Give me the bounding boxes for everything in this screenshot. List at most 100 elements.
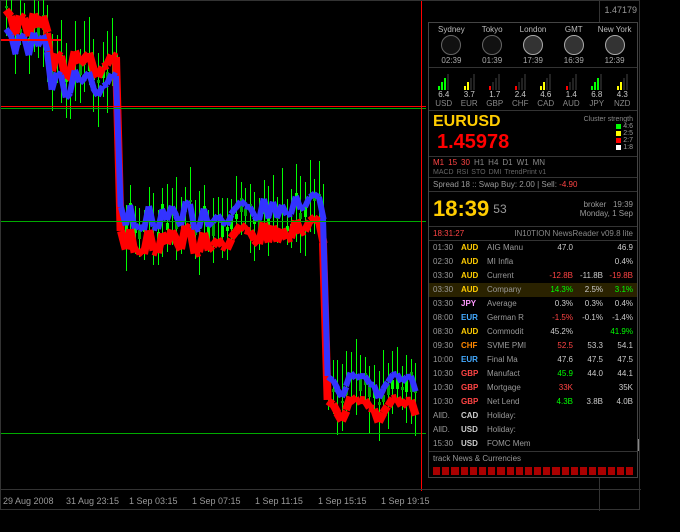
footer-block	[516, 467, 523, 475]
footer-block	[461, 467, 468, 475]
news-row[interactable]: AllD.CADHoliday:	[429, 409, 637, 423]
news-row[interactable]: 15:30USDFOMC Mem	[429, 437, 637, 451]
news-row[interactable]: 03:30AUDCurrent-12.8B-11.8B-19.8B	[429, 269, 637, 283]
indicator-label: STO	[471, 169, 485, 176]
strength-CAD: 4.6CAD	[533, 70, 559, 108]
news-row[interactable]: 09:30CHFSVME PMI52.553.354.1	[429, 339, 637, 353]
strength-EUR: 3.7EUR	[457, 70, 483, 108]
footer-block	[617, 467, 624, 475]
support-line	[1, 433, 426, 434]
strength-NZD: 4.3NZD	[610, 70, 636, 108]
news-row[interactable]: AllD.USDHoliday:	[429, 423, 637, 437]
news-row[interactable]: 03:30AUDCompany14.3%2.5%3.1%	[429, 283, 637, 297]
x-tick: 29 Aug 2008	[3, 496, 54, 506]
local-time: 18:39	[433, 196, 489, 222]
footer-block	[580, 467, 587, 475]
news-row[interactable]: 10:30GBPNet Lend4.3B3.8B4.0B	[429, 395, 637, 409]
x-tick: 1 Sep 03:15	[129, 496, 178, 506]
candlestick-chart[interactable]	[1, 1, 426, 491]
pair-header: EURUSD 1.45978 Cluster strength4:62:52:7…	[429, 111, 637, 157]
strength-GBP: 1.7GBP	[482, 70, 508, 108]
x-tick: 1 Sep 11:15	[255, 496, 303, 506]
clock-icon	[482, 35, 502, 55]
strength-AUD: 1.4AUD	[559, 70, 585, 108]
news-table[interactable]: 01:30AUDAIG Manu47.046.902:30AUDMI Infla…	[429, 241, 637, 451]
cluster-strength: Cluster strength4:62:52:71:8	[584, 116, 633, 151]
strength-JPY: 6.8JPY	[584, 70, 610, 108]
clock-gmt: GMT16:39	[553, 25, 594, 65]
clock-icon	[605, 35, 625, 55]
footer-block	[543, 467, 550, 475]
x-tick: 1 Sep 19:15	[381, 496, 430, 506]
current-time-line	[421, 1, 422, 491]
tf-D1[interactable]: D1	[502, 158, 512, 167]
elapsed-row: 18:31:27 IN10TION NewsReader v09.8 lite	[429, 227, 637, 241]
footer-block	[497, 467, 504, 475]
clock-icon	[523, 35, 543, 55]
clock-london: London17:39	[513, 25, 554, 65]
x-tick: 31 Aug 23:15	[66, 496, 119, 506]
footer-block	[589, 467, 596, 475]
info-panel: Sydney02:39Tokyo01:39London17:39GMT16:39…	[428, 22, 638, 478]
pair-name: EURUSD	[433, 113, 584, 131]
footer-block	[534, 467, 541, 475]
clock-new york: New York12:39	[594, 25, 635, 65]
footer-block	[626, 467, 633, 475]
footer-block	[442, 467, 449, 475]
footer-block	[488, 467, 495, 475]
x-tick: 1 Sep 07:15	[192, 496, 241, 506]
currency-strength: 6.4USD3.7EUR1.7GBP2.4CHF4.6CAD1.4AUD6.8J…	[429, 68, 637, 111]
footer-block	[470, 467, 477, 475]
indicator-label: MACD	[433, 169, 454, 176]
y-tick: 1.47179	[604, 5, 637, 15]
tf-MN[interactable]: MN	[533, 158, 545, 167]
clock-sydney: Sydney02:39	[431, 25, 472, 65]
footer-block	[571, 467, 578, 475]
strength-CHF: 2.4CHF	[508, 70, 534, 108]
x-tick: 1 Sep 15:15	[318, 496, 367, 506]
x-axis: 29 Aug 2008 31 Aug 23:15 1 Sep 03:15 1 Sep …	[1, 489, 641, 509]
footer-block	[507, 467, 514, 475]
indicator-row: MACDRSISTO DMITrendPrint v1	[429, 168, 637, 178]
support-line	[1, 108, 426, 109]
time-row: 18:39 53 broker 19:39 Monday, 1 Sep	[429, 192, 637, 227]
footer-block	[598, 467, 605, 475]
strength-USD: 6.4USD	[431, 70, 457, 108]
footer-block	[525, 467, 532, 475]
support-line	[1, 221, 426, 222]
tf-H1[interactable]: H1	[474, 158, 484, 167]
footer-block	[552, 467, 559, 475]
timeframe-row[interactable]: M1 15 30 H1 H4 D1 W1 MN	[429, 157, 637, 168]
footer-bar	[429, 465, 637, 477]
tf-15[interactable]: 15	[448, 158, 457, 167]
news-row[interactable]: 10:30GBPMortgage33K35K	[429, 381, 637, 395]
footer-block	[562, 467, 569, 475]
news-row[interactable]: 01:30AUDAIG Manu47.046.9	[429, 241, 637, 255]
resistance-line	[1, 106, 426, 107]
news-row[interactable]: 10:30GBPManufact45.944.044.1	[429, 367, 637, 381]
indicator-label: TrendPrint v1	[504, 169, 546, 176]
clock-tokyo: Tokyo01:39	[472, 25, 513, 65]
news-row[interactable]: 08:00EURGerman R-1.5%-0.1%-1.4%	[429, 311, 637, 325]
news-row[interactable]: 03:30JPYAverage0.3%0.3%0.4%	[429, 297, 637, 311]
resistance-line	[1, 39, 61, 41]
tf-H4[interactable]: H4	[488, 158, 498, 167]
tf-M1[interactable]: M1	[433, 158, 444, 167]
footer-block	[479, 467, 486, 475]
news-row[interactable]: 08:30AUDCommodit45.2%41.9%	[429, 325, 637, 339]
footer-block	[608, 467, 615, 475]
footer-block	[433, 467, 440, 475]
world-clocks: Sydney02:39Tokyo01:39London17:39GMT16:39…	[429, 23, 637, 68]
clock-icon	[564, 35, 584, 55]
indicator-label: RSI	[457, 169, 469, 176]
footer-block	[451, 467, 458, 475]
pair-price: 1.45978	[433, 131, 584, 154]
clock-icon	[441, 35, 461, 55]
indicator-label: DMI	[489, 169, 502, 176]
news-row[interactable]: 02:30AUDMI Infla0.4%	[429, 255, 637, 269]
tf-W1[interactable]: W1	[517, 158, 529, 167]
spread-row: Spread 18 :: Swap Buy: 2.00 | Sell: -4.9…	[429, 178, 637, 192]
footer-label: track News & Currencies	[429, 451, 637, 465]
tf-30[interactable]: 30	[461, 158, 470, 167]
news-row[interactable]: 10:00EURFinal Ma47.647.547.5	[429, 353, 637, 367]
